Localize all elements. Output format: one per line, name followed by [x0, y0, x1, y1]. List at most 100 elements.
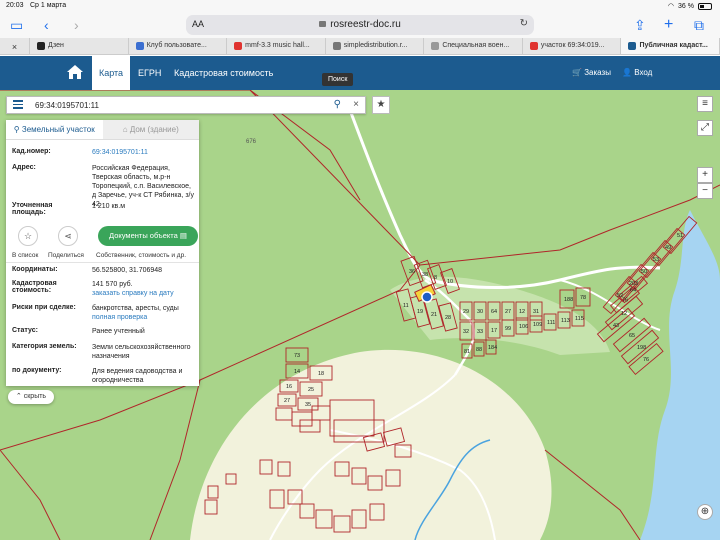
tabs-overview-icon[interactable]: ⧉	[694, 16, 704, 34]
cadastral-plot[interactable]	[367, 475, 383, 491]
status-right: ◠ 36 %	[668, 2, 712, 10]
new-tab-icon[interactable]: +	[664, 16, 673, 34]
plot-number-label: 14	[294, 369, 300, 375]
cadastral-plot[interactable]	[275, 407, 293, 421]
home-icon[interactable]	[66, 64, 84, 80]
plot-number-label: 65	[629, 333, 635, 339]
battery-level: 36 %	[678, 2, 694, 10]
fullscreen-icon[interactable]: ⤢	[697, 120, 713, 136]
forward-icon[interactable]: ›	[74, 16, 79, 34]
cadastral-plot[interactable]	[333, 515, 351, 533]
tab-3[interactable]: simpledistribution.r...	[326, 38, 425, 54]
tab-favicon	[332, 42, 341, 50]
locate-icon[interactable]: ⊕	[697, 504, 713, 520]
add-to-list-button[interactable]: ☆	[18, 226, 38, 246]
land-icon: ⚲	[13, 125, 20, 134]
category-value: Земли сельскохозяйственного назначения	[92, 344, 191, 360]
cadastral-plot[interactable]	[225, 473, 237, 485]
search-icon[interactable]: ⚲	[334, 99, 341, 110]
cadastral-plot[interactable]	[299, 503, 315, 519]
category-label: Категория земель:	[12, 343, 77, 350]
reload-icon[interactable]: ↻	[520, 18, 528, 29]
favorite-star-icon[interactable]: ★	[372, 96, 390, 114]
usage-value: Для ведения садоводства и огородничества	[92, 368, 183, 384]
plot-number-label: 30	[477, 309, 483, 315]
cadastral-plot[interactable]	[315, 509, 333, 529]
plot-number-label: 203	[629, 281, 638, 287]
cadastral-plot[interactable]	[269, 489, 285, 509]
nav-egrn[interactable]: ЕГРН	[138, 56, 161, 90]
cadastral-plot[interactable]	[207, 485, 219, 499]
document-icon: ▤	[179, 231, 187, 240]
nav-cadastral-cost[interactable]: Кадастровая стоимость	[174, 56, 273, 90]
plot-number-label: 27	[284, 398, 290, 404]
tab-favicon	[628, 42, 637, 50]
cadastral-plot[interactable]	[204, 499, 218, 515]
cadastral-plot[interactable]	[351, 467, 367, 485]
cadastral-plot[interactable]	[334, 461, 350, 477]
tab-1[interactable]: Клуб пользовате...	[129, 38, 228, 54]
orders-label: Заказы	[584, 68, 611, 77]
plot-number-label: 32	[463, 329, 469, 335]
info-panel: ⚲ Земельный участок ⌂ Дом (здание) Кад.н…	[6, 120, 199, 386]
cadastral-plot[interactable]	[311, 405, 331, 421]
tab-0[interactable]: Дзен	[30, 38, 129, 54]
tab-2[interactable]: mmf-3.3 music hall...	[227, 38, 326, 54]
share-icon[interactable]: ⇪	[634, 16, 646, 34]
cadastral-plot[interactable]	[351, 509, 367, 529]
cadastral-plot[interactable]	[287, 489, 303, 505]
layers-icon[interactable]: ≡	[697, 96, 713, 112]
cadastral-plot[interactable]	[369, 503, 385, 521]
address-label: Адрес:	[12, 164, 36, 171]
tab-favicon	[37, 42, 45, 50]
zoom-in-button[interactable]: +	[697, 167, 713, 183]
share-button[interactable]: ⋖	[58, 226, 78, 246]
url-value: rosreestr-doc.ru	[330, 19, 401, 30]
tab-building[interactable]: ⌂ Дом (здание)	[102, 120, 199, 139]
tab-land-plot[interactable]: ⚲ Земельный участок	[6, 120, 103, 139]
tab-label: mmf-3.3 music hall...	[245, 42, 310, 49]
tab-5[interactable]: участок 69:34:019...	[523, 38, 622, 54]
tab-label: Публичная кадаст...	[639, 42, 708, 49]
tab-close-icon[interactable]: ×	[0, 38, 30, 54]
panel-actions: ☆ ⋖ Документы объекта ▤ В список Поделит…	[12, 224, 198, 262]
login-label: Вход	[634, 68, 653, 77]
documents-button[interactable]: Документы объекта ▤	[98, 226, 198, 246]
search-bar[interactable]: 69:34:0195701:11 ⚲ ×	[6, 96, 366, 114]
full-check-link[interactable]: полная проверка	[92, 314, 147, 321]
tab-6[interactable]: Публичная кадаст...	[621, 38, 720, 54]
zoom-out-button[interactable]: −	[697, 183, 713, 199]
plot-number-label: 184	[488, 345, 497, 351]
nav-map[interactable]: Карта	[92, 56, 130, 90]
share-nodes-icon: ⋖	[64, 231, 72, 241]
search-input[interactable]: 69:34:0195701:11	[35, 101, 99, 110]
plot-number-label: 109	[533, 322, 542, 328]
menu-icon[interactable]	[13, 100, 23, 111]
map-pin-icon[interactable]	[421, 291, 433, 303]
user-icon: 👤	[622, 68, 632, 77]
sidebar-icon[interactable]: ▭	[10, 16, 23, 34]
plot-number-label: 28	[445, 315, 451, 321]
clear-icon[interactable]: ×	[353, 99, 359, 110]
tab-4[interactable]: Специальная воен...	[424, 38, 523, 54]
cost-order-link[interactable]: заказать справку на дату	[92, 290, 174, 297]
cad-number-value[interactable]: 69:34:0195701:11	[92, 148, 196, 157]
plot-number-label: 76	[643, 357, 649, 363]
cadastral-plot[interactable]	[394, 444, 412, 458]
status-bar: 20:03 Ср 1 марта ◠ 36 %	[0, 0, 720, 12]
cadastral-plot[interactable]	[385, 469, 401, 487]
cadastral-plot[interactable]	[277, 461, 291, 477]
orders-link[interactable]: 🛒 Заказы	[572, 68, 611, 77]
search-tooltip: Поиск	[322, 73, 354, 86]
plot-number-label: 81	[464, 349, 470, 355]
cadastral-plot[interactable]	[259, 459, 273, 475]
back-icon[interactable]: ‹	[44, 16, 49, 34]
cadastral-plot[interactable]	[299, 419, 321, 433]
login-link[interactable]: 👤 Вход	[622, 68, 652, 77]
site-navbar: Карта ЕГРН Кадастровая стоимость 🛒 Заказ…	[0, 56, 720, 90]
browser-toolbar: ▭ ‹ › AA rosreestr-doc.ru ↻ ⇪ + ⧉	[0, 12, 720, 38]
address-bar[interactable]: AA rosreestr-doc.ru ↻	[186, 15, 534, 35]
tab-label: Дзен	[48, 42, 64, 49]
hide-panel-button[interactable]: ⌃ скрыть	[8, 390, 54, 404]
chevron-up-icon: ⌃	[15, 393, 22, 400]
